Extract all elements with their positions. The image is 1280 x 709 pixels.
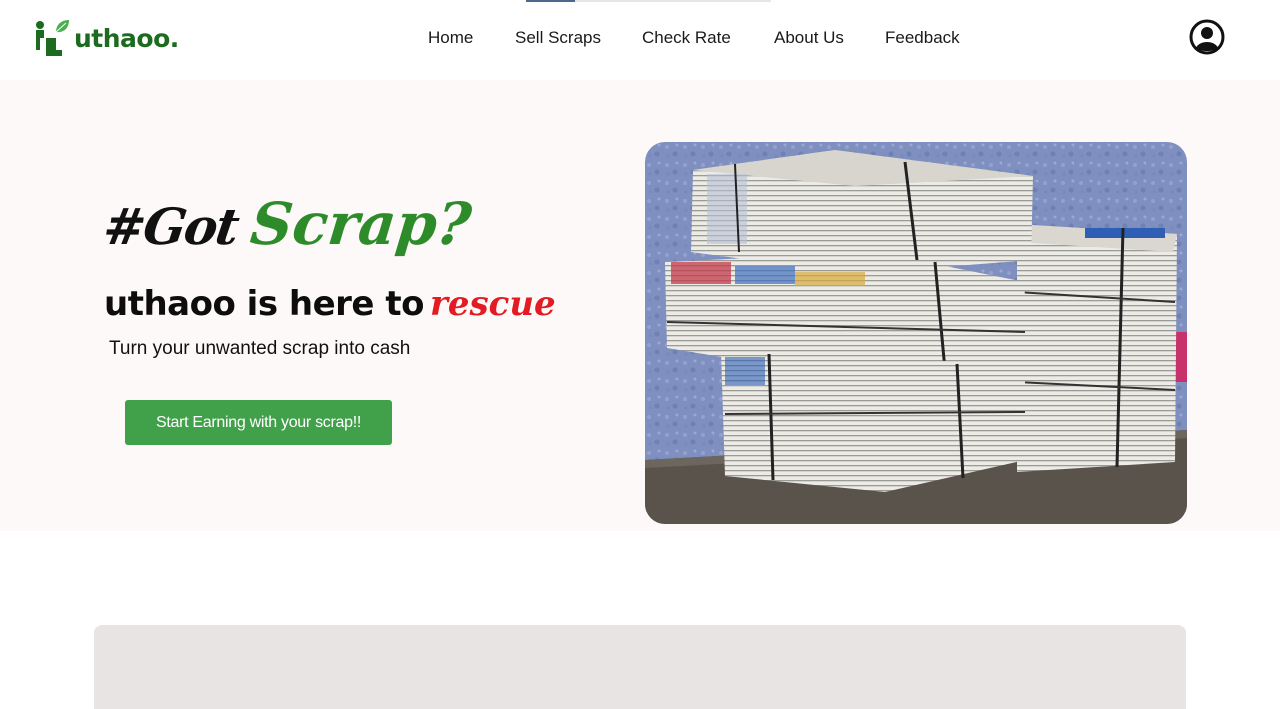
nav-home[interactable]: Home <box>428 28 473 48</box>
start-earning-button[interactable]: Start Earning with your scrap!! <box>125 400 392 445</box>
nav-active-indicator <box>526 0 771 2</box>
nav-feedback[interactable]: Feedback <box>885 28 960 48</box>
hero-section: #Got Scrap? uthaoo is here to rescue Turn … <box>0 80 1280 531</box>
newspaper-stack-image <box>645 142 1187 524</box>
headline-main: uthaoo is here to <box>104 284 424 324</box>
nav-sell-scraps[interactable]: Sell Scraps <box>515 28 601 48</box>
hero-title: #Got Scrap? <box>100 190 475 280</box>
hero-subtitle: Turn your unwanted scrap into cash <box>109 338 411 359</box>
headline-accent: rescue <box>429 284 556 324</box>
hero-title-got: #Got <box>99 197 242 256</box>
hero-title-scrap: Scrap? <box>247 190 475 258</box>
user-circle-icon[interactable] <box>1188 18 1226 56</box>
content-panel <box>94 625 1186 709</box>
site-header: uthaoo. Home Sell Scraps Check Rate Abou… <box>0 0 1280 80</box>
hero-headline: uthaoo is here to rescue <box>104 284 556 324</box>
nav-about-us[interactable]: About Us <box>774 28 844 48</box>
nav-check-rate[interactable]: Check Rate <box>642 28 731 48</box>
main-nav: Home Sell Scraps Check Rate About Us Fee… <box>0 28 1280 52</box>
